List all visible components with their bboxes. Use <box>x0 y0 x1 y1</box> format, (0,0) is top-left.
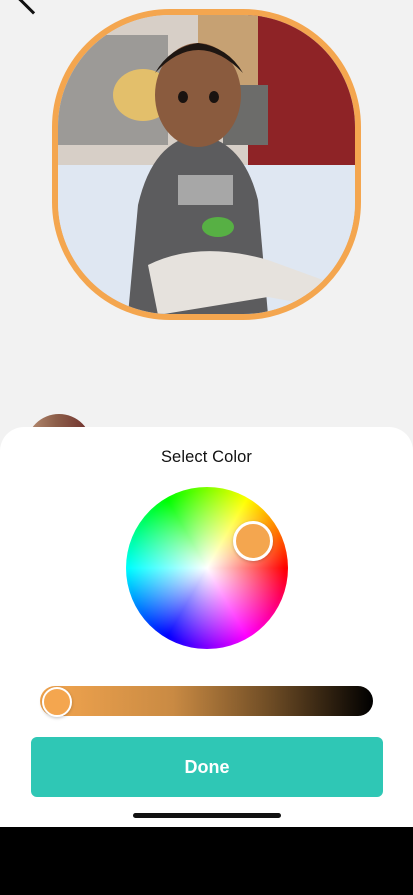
color-wheel[interactable] <box>126 487 288 649</box>
done-button[interactable]: Done <box>31 737 383 797</box>
child-photo-image <box>58 15 355 314</box>
brightness-slider-thumb[interactable] <box>42 687 72 717</box>
color-wheel-selector[interactable] <box>233 521 273 561</box>
screen: Select Color Done <box>0 0 413 895</box>
color-picker-sheet: Select Color Done <box>0 427 413 827</box>
brightness-slider[interactable] <box>40 686 373 716</box>
chevron-left-icon[interactable] <box>17 0 49 15</box>
home-indicator <box>133 813 281 818</box>
bottom-bar <box>0 827 413 895</box>
sheet-title: Select Color <box>160 448 253 466</box>
profile-photo[interactable] <box>52 9 361 320</box>
